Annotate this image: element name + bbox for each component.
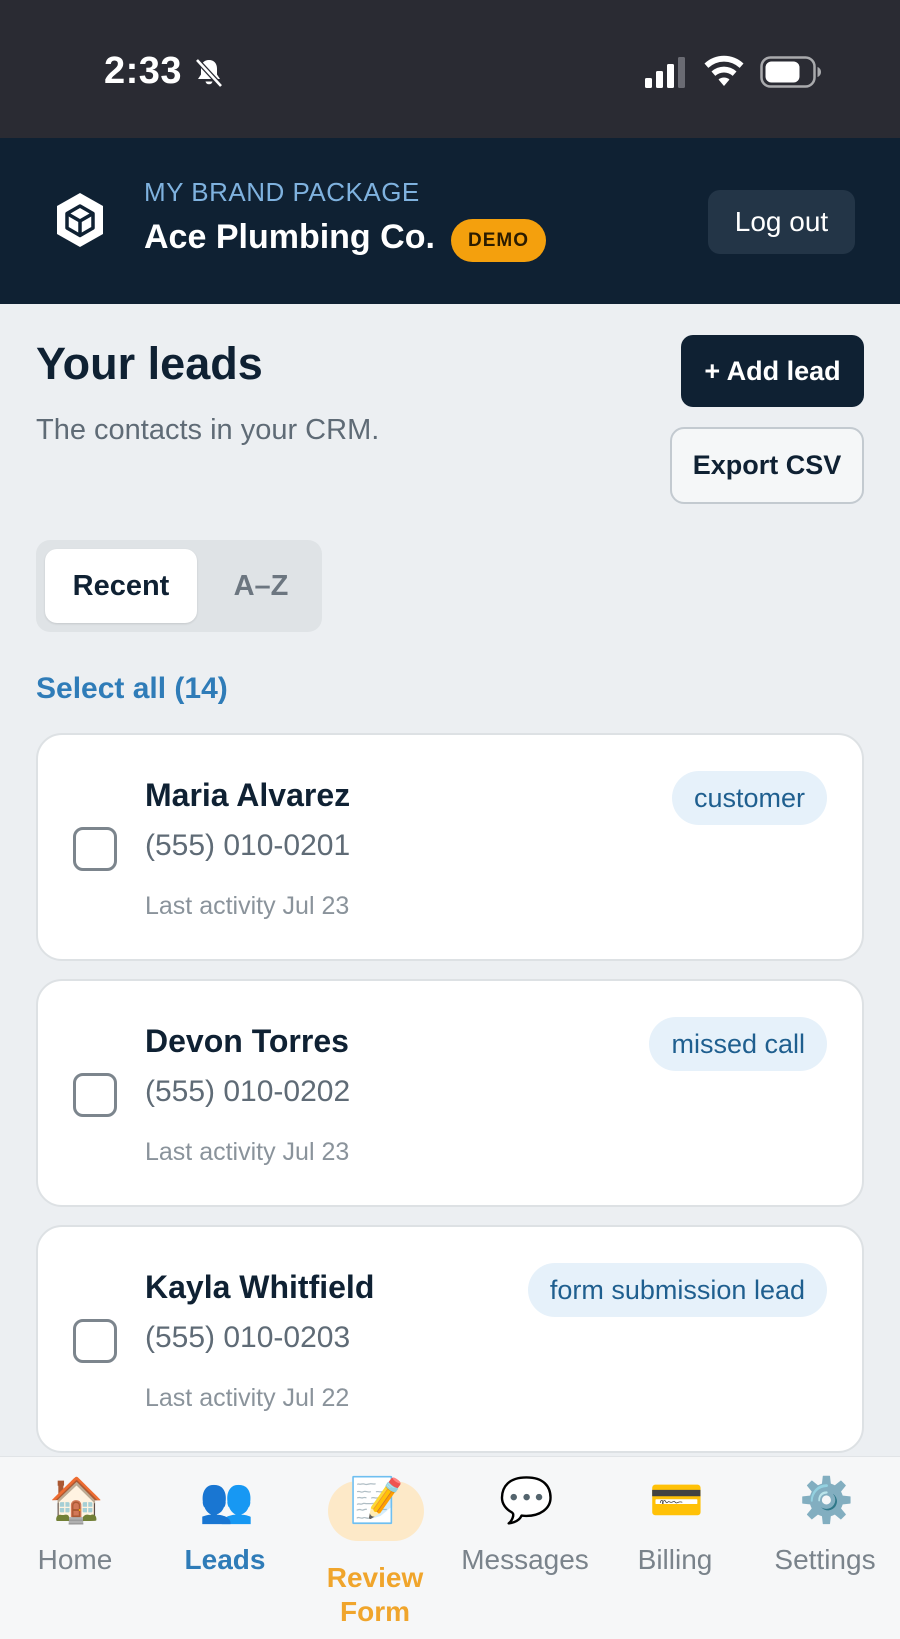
lead-last-activity: Last activity Jul 23 [145,1138,350,1166]
select-all-link[interactable]: Select all (14) [36,672,228,706]
cell-signal-icon [645,57,685,88]
lead-checkbox[interactable] [73,827,117,871]
tab-label: Settings [774,1544,876,1575]
sort-tab-recent[interactable]: Recent [45,549,197,623]
credit-card-icon: 💳 [649,1476,704,1525]
wifi-icon [704,55,744,86]
lead-last-activity: Last activity Jul 23 [145,892,350,920]
speech-bubble-icon: 💬 [499,1476,554,1525]
tab-label: Messages [461,1544,589,1575]
add-lead-button[interactable]: + Add lead [681,335,864,407]
demo-badge: DEMO [451,219,546,262]
lead-last-activity: Last activity Jul 22 [145,1384,350,1412]
sort-segmented-control: Recent A–Z [36,540,322,632]
lead-checkbox[interactable] [73,1073,117,1117]
battery-icon [760,56,821,88]
lead-status-tag: customer [671,771,827,825]
tab-label: Leads [184,1544,266,1575]
tab-review-form[interactable]: 📝 Review Form [300,1457,450,1639]
page-subtitle: The contacts in your CRM. [36,414,380,446]
lead-name: Devon Torres [145,1023,349,1059]
memo-icon: 📝 [349,1476,404,1525]
tab-label: Billing [637,1544,713,1575]
tab-home[interactable]: 🏠 Home [0,1457,150,1639]
tab-label: Home [37,1544,113,1575]
tab-label: Review Form [326,1562,424,1627]
cube-logo-icon [57,193,103,247]
lead-phone: (555) 010-0203 [145,1321,351,1354]
lead-card[interactable]: Kayla Whitfield (555) 010-0203 Last acti… [36,1225,864,1453]
lead-name: Maria Alvarez [145,777,351,813]
gear-icon: ⚙️ [799,1476,854,1525]
lead-name: Kayla Whitfield [145,1269,375,1305]
bell-muted-icon [195,58,223,88]
lead-card[interactable]: Devon Torres (555) 010-0202 Last activit… [36,979,864,1207]
lead-phone: (555) 010-0202 [145,1075,351,1108]
bottom-tab-bar: 🏠 Home 👥 Leads 📝 Review Form 💬 Messages … [0,1456,900,1639]
status-time: 2:33 [104,50,183,92]
logout-button[interactable]: Log out [708,190,855,254]
tab-messages[interactable]: 💬 Messages [450,1457,600,1639]
brand-package-label: MY BRAND PACKAGE [144,177,420,207]
sort-tab-az[interactable]: A–Z [211,549,311,623]
lead-checkbox[interactable] [73,1319,117,1363]
lead-phone: (555) 010-0201 [145,829,351,862]
people-icon: 👥 [199,1476,254,1525]
tab-billing[interactable]: 💳 Billing [600,1457,750,1639]
page-title: Your leads [36,338,263,389]
export-csv-button[interactable]: Export CSV [670,427,864,504]
tab-settings[interactable]: ⚙️ Settings [750,1457,900,1639]
lead-list: Maria Alvarez (555) 010-0201 Last activi… [36,733,864,1455]
status-bar: 2:33 [0,0,900,138]
lead-status-tag: missed call [649,1017,827,1071]
tab-leads[interactable]: 👥 Leads [150,1457,300,1639]
house-icon: 🏠 [49,1476,104,1525]
lead-status-tag: form submission lead [527,1263,827,1317]
lead-card[interactable]: Maria Alvarez (555) 010-0201 Last activi… [36,733,864,961]
company-name: Ace Plumbing Co. [144,218,435,256]
